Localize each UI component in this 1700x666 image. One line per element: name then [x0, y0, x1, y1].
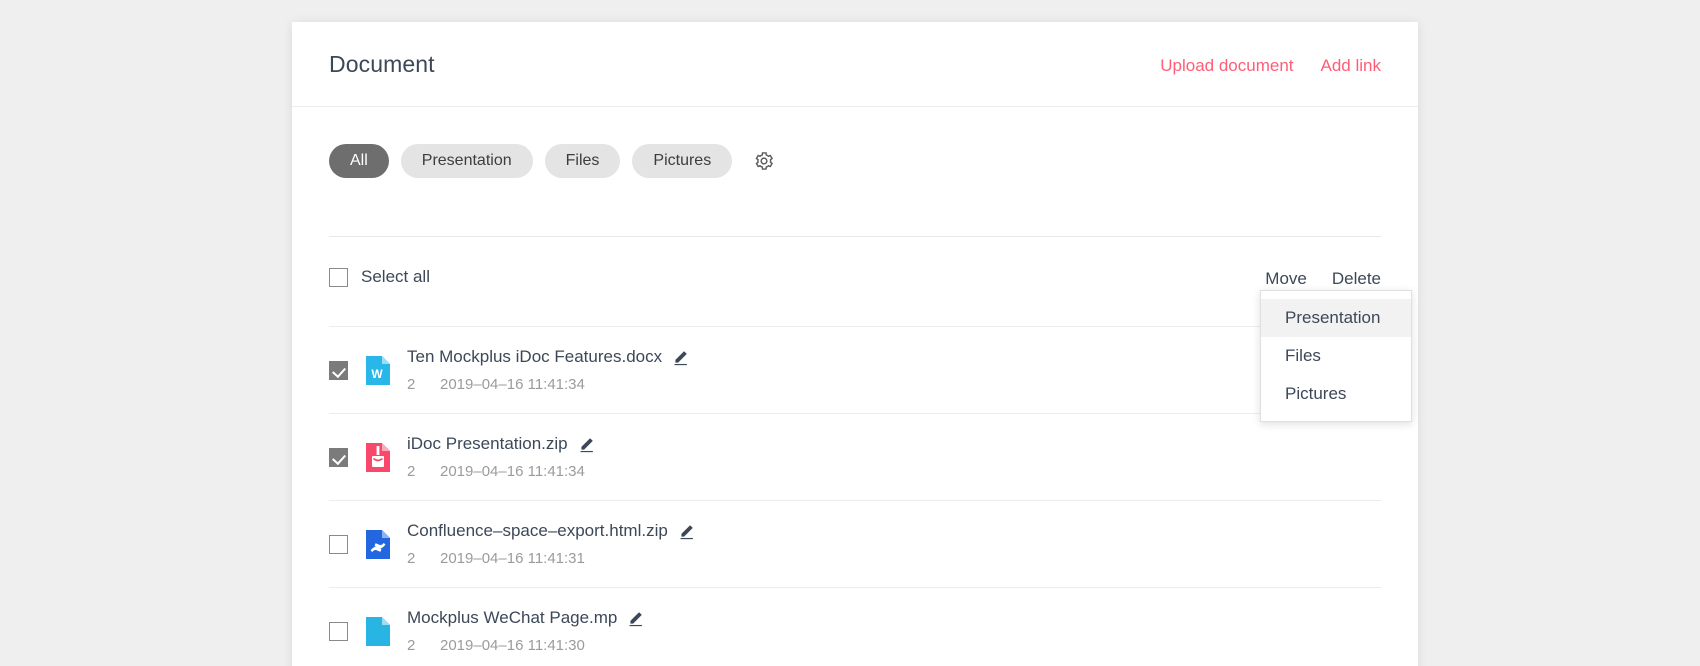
row-checkbox[interactable]: [329, 447, 348, 467]
file-date: 2019–04–16 11:41:31: [440, 550, 585, 567]
file-date: 2019–04–16 11:41:34: [440, 376, 585, 393]
select-all-checkbox[interactable]: [329, 267, 348, 287]
file-list: W Ten Mockplus iDoc Features.docx 2 2019…: [329, 326, 1381, 666]
pencil-icon[interactable]: [627, 610, 644, 627]
file-date: 2019–04–16 11:41:34: [440, 463, 585, 480]
file-sub: 2 2019–04–16 11:41:30: [407, 637, 1381, 654]
file-sub: 2 2019–04–16 11:41:34: [407, 463, 1381, 480]
file-name-line: Mockplus WeChat Page.mp: [407, 608, 1381, 628]
confluence-file-icon: [366, 529, 390, 559]
header-actions: Upload document Add link: [1160, 56, 1381, 76]
section-divider: [329, 236, 1381, 237]
table-row[interactable]: W Ten Mockplus iDoc Features.docx 2 2019…: [329, 326, 1381, 413]
table-row[interactable]: Confluence–space–export.html.zip 2 2019–…: [329, 500, 1381, 587]
add-link-link[interactable]: Add link: [1321, 56, 1381, 76]
pencil-icon[interactable]: [578, 436, 595, 453]
file-meta: iDoc Presentation.zip 2 2019–04–16 11:41…: [407, 434, 1381, 480]
dropdown-item-presentation[interactable]: Presentation: [1261, 299, 1411, 337]
filter-pill-presentation[interactable]: Presentation: [400, 144, 533, 178]
row-checkbox[interactable]: [329, 621, 348, 641]
row-checkbox[interactable]: [329, 534, 348, 554]
file-name: iDoc Presentation.zip: [407, 434, 568, 453]
gear-icon[interactable]: [752, 149, 776, 173]
file-name-line: Confluence–space–export.html.zip: [407, 521, 1381, 541]
move-button[interactable]: Move: [1265, 269, 1307, 289]
svg-text:W: W: [371, 367, 383, 381]
file-sub: 2 2019–04–16 11:41:34: [407, 376, 1381, 393]
dropdown-item-pictures[interactable]: Pictures: [1261, 375, 1411, 413]
file-name: Mockplus WeChat Page.mp: [407, 608, 618, 627]
select-all-label: Select all: [361, 267, 430, 286]
file-meta: Confluence–space–export.html.zip 2 2019–…: [407, 521, 1381, 567]
page-title: Document: [329, 51, 435, 77]
select-all-control[interactable]: Select all: [329, 267, 430, 287]
file-sub: 2 2019–04–16 11:41:31: [407, 550, 1381, 567]
filter-pill-all[interactable]: All: [329, 144, 389, 178]
dropdown-item-files[interactable]: Files: [1261, 337, 1411, 375]
filter-pill-files[interactable]: Files: [544, 144, 621, 178]
word-file-icon: W: [366, 355, 390, 385]
bulk-actions: Move Delete: [1265, 269, 1381, 289]
filter-pill-pictures[interactable]: Pictures: [632, 144, 733, 178]
row-checkbox[interactable]: [329, 360, 348, 380]
pencil-icon[interactable]: [672, 349, 689, 366]
file-meta: Mockplus WeChat Page.mp 2 2019–04–16 11:…: [407, 608, 1381, 654]
card-header: Document Upload document Add link: [292, 22, 1418, 107]
page-root: Document Upload document Add link All Pr…: [0, 0, 1700, 666]
table-row[interactable]: iDoc Presentation.zip 2 2019–04–16 11:41…: [329, 413, 1381, 500]
pencil-icon[interactable]: [678, 523, 695, 540]
file-name: Confluence–space–export.html.zip: [407, 521, 668, 540]
generic-file-icon: [366, 616, 390, 646]
move-dropdown-menu: Presentation Files Pictures: [1260, 290, 1412, 422]
file-version: 2: [407, 550, 416, 567]
file-meta: Ten Mockplus iDoc Features.docx 2 2019–0…: [407, 347, 1381, 393]
file-version: 2: [407, 463, 416, 480]
document-card: Document Upload document Add link All Pr…: [292, 22, 1418, 666]
file-version: 2: [407, 376, 416, 393]
bulk-action-bar: Select all Move Delete: [329, 267, 1381, 313]
delete-button[interactable]: Delete: [1332, 269, 1381, 289]
table-row[interactable]: Mockplus WeChat Page.mp 2 2019–04–16 11:…: [329, 587, 1381, 666]
upload-document-link[interactable]: Upload document: [1160, 56, 1293, 76]
file-version: 2: [407, 637, 416, 654]
file-date: 2019–04–16 11:41:30: [440, 637, 585, 654]
file-name-line: iDoc Presentation.zip: [407, 434, 1381, 454]
file-name-line: Ten Mockplus iDoc Features.docx: [407, 347, 1381, 367]
zip-file-icon: [366, 442, 390, 472]
filter-bar: All Presentation Files Pictures: [329, 144, 776, 178]
file-name: Ten Mockplus iDoc Features.docx: [407, 347, 663, 366]
